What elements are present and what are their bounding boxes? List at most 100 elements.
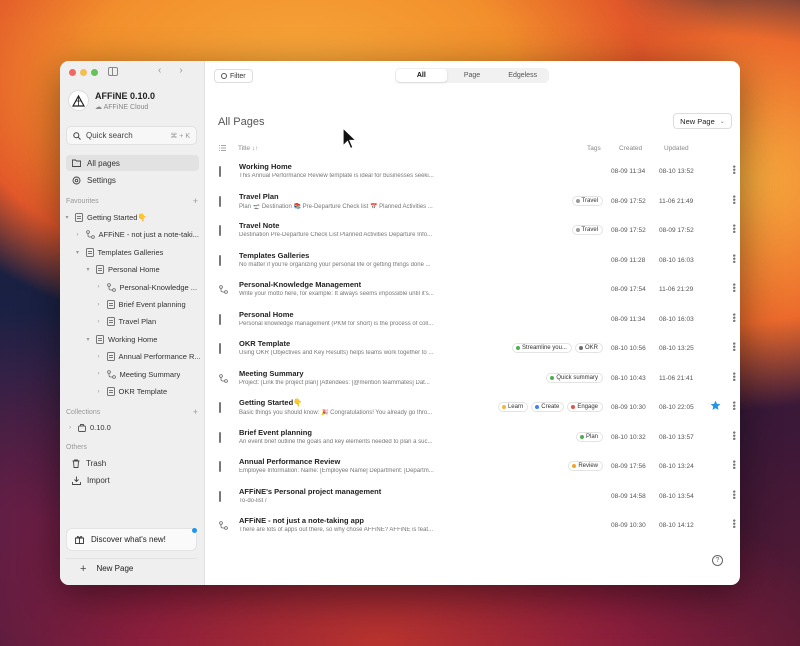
row-title[interactable]: Personal-Knowledge Management <box>239 280 361 289</box>
back-arrow-icon[interactable]: ‹ <box>158 65 179 76</box>
favourite-item[interactable]: › Annual Performance R... <box>95 349 201 364</box>
row-title[interactable]: Personal Home <box>239 310 294 319</box>
help-icon[interactable]: ? <box>712 555 723 566</box>
minimize-window-button[interactable] <box>80 69 87 76</box>
sort-icon[interactable]: ↓↑ <box>252 145 259 152</box>
more-options-icon[interactable]: ••• <box>729 431 739 440</box>
tab-all[interactable]: All <box>396 69 447 82</box>
sidebar-item-import[interactable]: Import <box>66 472 199 488</box>
column-header-updated[interactable]: Updated <box>664 145 689 152</box>
favourite-item[interactable]: ▾ Getting Started👇 <box>63 210 147 225</box>
more-options-icon[interactable]: ••• <box>729 401 739 410</box>
more-options-icon[interactable]: ••• <box>729 254 739 263</box>
table-row[interactable]: OKR Template Using OKR (Objectives and Ke… <box>213 334 739 363</box>
row-title[interactable]: AFFiNE's Personal project management <box>239 487 381 496</box>
more-options-icon[interactable]: ••• <box>729 460 739 469</box>
tag-badge[interactable]: Travel <box>571 225 603 235</box>
row-title[interactable]: Getting Started👇 <box>239 398 303 407</box>
more-options-icon[interactable]: ••• <box>729 313 739 322</box>
chevron-right-icon[interactable]: › <box>95 302 103 308</box>
tab-edgeless[interactable]: Edgeless <box>497 69 548 82</box>
row-title[interactable]: AFFiNE - not just a note-taking app <box>239 516 364 525</box>
table-row[interactable]: Working Home This Annual Performance Revi… <box>213 157 739 186</box>
chevron-down-icon[interactable]: ▾ <box>84 266 92 273</box>
row-title[interactable]: Travel Note <box>239 221 279 230</box>
table-row[interactable]: AFFiNE's Personal project management To-d… <box>213 482 739 511</box>
table-row[interactable]: Brief Event planning An event brief outli… <box>213 423 739 452</box>
filter-button[interactable]: Filter <box>214 69 253 83</box>
chevron-right-icon[interactable]: › <box>95 389 103 395</box>
select-all-icon[interactable] <box>219 145 226 153</box>
chevron-down-icon[interactable]: ▾ <box>74 249 82 256</box>
favourite-item[interactable]: › Personal-Knowledge ... <box>95 280 198 295</box>
favourite-item[interactable]: › OKR Template <box>95 384 167 399</box>
favourite-item[interactable]: › Brief Event planning <box>95 297 186 312</box>
table-row[interactable]: Personal Home Personal knowledge manageme… <box>213 305 739 334</box>
chevron-down-icon[interactable]: ▾ <box>84 336 92 343</box>
workspace-switcher[interactable]: AFFiNE 0.10.0 ☁ AFFiNE Cloud <box>68 90 155 111</box>
favourite-item[interactable]: › Travel Plan <box>95 314 156 329</box>
tab-page[interactable]: Page <box>447 69 498 82</box>
tag-badge[interactable]: Travel <box>571 195 603 206</box>
chevron-right-icon[interactable]: › <box>74 232 82 238</box>
add-favourite-icon[interactable]: + <box>193 197 198 206</box>
row-title[interactable]: Meeting Summary <box>239 369 304 378</box>
table-row[interactable]: Templates Galleries No matter if you're o… <box>213 246 739 275</box>
sidebar-toggle-icon[interactable] <box>108 67 118 76</box>
row-title[interactable]: Annual Performance Review <box>239 457 340 466</box>
more-options-icon[interactable]: ••• <box>729 372 739 381</box>
more-options-icon[interactable]: ••• <box>729 195 739 204</box>
row-title[interactable]: Brief Event planning <box>239 428 312 437</box>
more-options-icon[interactable]: ••• <box>729 519 739 528</box>
more-options-icon[interactable]: ••• <box>729 283 739 292</box>
tag-badge[interactable]: Create <box>531 402 565 412</box>
tag-badge[interactable]: OKR <box>574 343 603 353</box>
table-row[interactable]: Travel Note Destination Pre-Departure Che… <box>213 216 739 245</box>
sidebar-item-trash[interactable]: Trash <box>66 455 199 471</box>
forward-arrow-icon[interactable]: › <box>179 65 200 76</box>
column-header-created[interactable]: Created <box>619 145 642 152</box>
more-options-icon[interactable]: ••• <box>729 224 739 233</box>
favourite-item[interactable]: ▾ Templates Galleries <box>74 245 163 260</box>
more-options-icon[interactable]: ••• <box>729 342 739 351</box>
table-row[interactable]: Meeting Summary Project: [Link the projec… <box>213 364 739 393</box>
zoom-window-button[interactable] <box>91 69 98 76</box>
new-page-button[interactable]: New Page ⌄ <box>673 113 732 129</box>
sidebar-new-page-button[interactable]: + New Page <box>66 558 197 578</box>
tag-badge[interactable]: Streamline you... <box>511 343 572 353</box>
quick-search-input[interactable]: Quick search ⌘ + K <box>66 126 197 145</box>
favourite-item[interactable]: ▾ Personal Home <box>84 262 160 277</box>
tag-badge[interactable]: Engage <box>567 402 603 412</box>
chevron-right-icon[interactable]: › <box>95 284 103 290</box>
row-title[interactable]: Working Home <box>239 162 292 171</box>
column-header-tags[interactable]: Tags <box>587 145 601 152</box>
more-options-icon[interactable]: ••• <box>729 490 739 499</box>
favourite-item[interactable]: ▾ Working Home <box>84 332 157 347</box>
row-title[interactable]: Templates Galleries <box>239 251 309 260</box>
chevron-right-icon[interactable]: › <box>95 371 103 377</box>
add-collection-icon[interactable]: + <box>193 408 198 417</box>
table-row[interactable]: Personal-Knowledge Management Write your … <box>213 275 739 304</box>
chevron-down-icon[interactable]: ⌄ <box>720 118 725 125</box>
favourite-item[interactable]: › AFFiNE - not just a note-taki... <box>74 227 199 242</box>
sidebar-item-all-pages[interactable]: All pages <box>66 155 199 171</box>
chevron-down-icon[interactable]: ▾ <box>63 214 71 221</box>
row-title[interactable]: Travel Plan <box>239 192 279 201</box>
chevron-right-icon[interactable]: › <box>95 319 103 325</box>
chevron-right-icon[interactable]: › <box>95 354 103 360</box>
chevron-right-icon[interactable]: › <box>66 425 74 431</box>
tag-badge[interactable]: Quick summary <box>546 372 603 383</box>
favourite-item[interactable]: › Meeting Summary <box>95 367 181 382</box>
table-row[interactable]: AFFiNE - not just a note-taking app There… <box>213 511 739 540</box>
table-row[interactable]: Getting Started👇 Basic things you should … <box>213 393 739 422</box>
row-title[interactable]: OKR Template <box>239 339 290 348</box>
discover-whats-new-button[interactable]: Discover what's new! <box>66 528 197 551</box>
sidebar-item-settings[interactable]: Settings <box>66 172 199 188</box>
table-row[interactable]: Annual Performance Review Employee Inform… <box>213 452 739 481</box>
close-window-button[interactable] <box>69 69 76 76</box>
tag-badge[interactable]: Plan <box>575 431 603 442</box>
column-header-title[interactable]: Title ↓↑ <box>238 145 258 152</box>
table-row[interactable]: Travel Plan Plan 🛫 Destination 📚 Pre-Depa… <box>213 187 739 216</box>
tag-badge[interactable]: Learn <box>497 402 529 412</box>
collection-item[interactable]: › 0.10.0 <box>66 420 111 435</box>
